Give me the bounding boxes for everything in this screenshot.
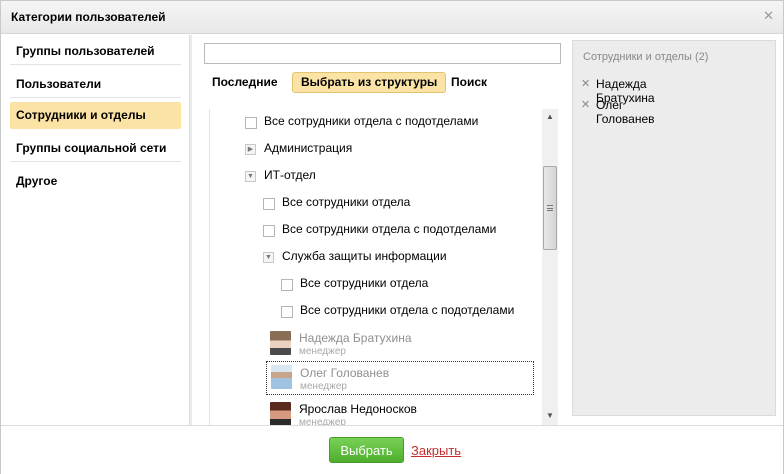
expand-arrow-icon[interactable]: ▶ bbox=[245, 144, 256, 155]
user-role: менеджер bbox=[299, 417, 346, 425]
checkbox[interactable] bbox=[263, 225, 275, 237]
tree-node-label: Все сотрудники отдела bbox=[282, 195, 411, 209]
category-employees-departments[interactable]: Сотрудники и отделы bbox=[10, 102, 181, 129]
select-button[interactable]: Выбрать bbox=[329, 437, 404, 463]
structure-tree: Все сотрудники отдела с подотделами ▶ Ад… bbox=[209, 109, 543, 425]
close-icon[interactable]: ✕ bbox=[763, 9, 774, 23]
user-name: Надежда Братухина bbox=[299, 331, 412, 345]
dialog-footer: Выбрать Закрыть bbox=[1, 425, 783, 474]
avatar bbox=[270, 331, 291, 355]
tree-user-nedonoskov[interactable]: Ярослав Недоносков менеджер bbox=[270, 401, 532, 425]
user-role: менеджер bbox=[299, 346, 346, 357]
tree-scrollbar[interactable]: ▲ ▼ bbox=[542, 109, 558, 425]
avatar bbox=[271, 365, 292, 389]
selected-item-name: Олег Голованев bbox=[596, 98, 655, 126]
category-social-groups[interactable]: Группы социальной сети bbox=[10, 135, 181, 162]
user-name: Олег Голованев bbox=[300, 366, 390, 380]
tree-node-administration[interactable]: ▶ Администрация bbox=[245, 141, 535, 161]
tree-node-label: Все сотрудники отдела с подотделами bbox=[300, 303, 515, 317]
tree-node-security[interactable]: ▼ Служба защиты информации bbox=[263, 249, 533, 269]
category-list: Группы пользователей Пользователи Сотруд… bbox=[10, 35, 190, 425]
scroll-up-arrow-icon[interactable]: ▲ bbox=[546, 112, 554, 121]
tree-node-label: Все сотрудники отдела с подотделами bbox=[282, 222, 497, 236]
tree-node-all-with-sub[interactable]: Все сотрудники отдела с подотделами bbox=[245, 114, 535, 134]
tree-node-label: Все сотрудники отдела с подотделами bbox=[264, 114, 479, 128]
avatar bbox=[270, 402, 291, 425]
checkbox[interactable] bbox=[245, 117, 257, 129]
collapse-arrow-icon[interactable]: ▼ bbox=[245, 171, 256, 182]
category-user-groups[interactable]: Группы пользователей bbox=[10, 38, 181, 65]
dialog-title: Категории пользователей bbox=[11, 10, 166, 24]
user-name: Ярослав Недоносков bbox=[299, 402, 417, 416]
tab-search[interactable]: Поиск bbox=[443, 72, 495, 93]
tree-node-label: Администрация bbox=[264, 141, 353, 155]
user-categories-dialog: Категории пользователей ✕ Группы пользов… bbox=[0, 0, 784, 474]
tree-node-label: Служба защиты информации bbox=[282, 249, 447, 263]
tree-user-bratukhina[interactable]: Надежда Братухина менеджер bbox=[270, 330, 532, 360]
close-link[interactable]: Закрыть bbox=[411, 443, 461, 458]
category-other[interactable]: Другое bbox=[10, 168, 181, 195]
selected-panel-title: Сотрудники и отделы (2) bbox=[583, 51, 709, 63]
remove-icon[interactable]: ✕ bbox=[581, 77, 590, 90]
checkbox[interactable] bbox=[263, 198, 275, 210]
tree-node-sec-all[interactable]: Все сотрудники отдела bbox=[281, 276, 536, 296]
dialog-titlebar: Категории пользователей ✕ bbox=[1, 1, 783, 34]
scroll-down-arrow-icon[interactable]: ▼ bbox=[546, 411, 554, 420]
search-input[interactable] bbox=[204, 43, 561, 64]
tree-node-it-dept[interactable]: ▼ ИТ-отдел bbox=[245, 168, 535, 188]
user-role: менеджер bbox=[300, 381, 347, 392]
panel-divider bbox=[190, 35, 192, 425]
tree-node-it-all-with-sub[interactable]: Все сотрудники отдела с подотделами bbox=[263, 222, 533, 242]
checkbox[interactable] bbox=[281, 279, 293, 291]
tree-user-golovanev[interactable]: Олег Голованев менеджер bbox=[266, 361, 534, 395]
category-users[interactable]: Пользователи bbox=[10, 71, 181, 98]
remove-icon[interactable]: ✕ bbox=[581, 98, 590, 111]
grip-icon bbox=[547, 205, 553, 211]
tree-node-sec-all-with-sub[interactable]: Все сотрудники отдела с подотделами bbox=[281, 303, 536, 323]
tab-recent[interactable]: Последние bbox=[204, 72, 286, 93]
scroll-thumb[interactable] bbox=[543, 166, 557, 250]
tree-node-it-all[interactable]: Все сотрудники отдела bbox=[263, 195, 533, 215]
selected-items-panel: Сотрудники и отделы (2) ✕ Надежда Братух… bbox=[572, 40, 776, 416]
collapse-arrow-icon[interactable]: ▼ bbox=[263, 252, 274, 263]
tab-structure[interactable]: Выбрать из структуры bbox=[292, 72, 447, 93]
tree-node-label: ИТ-отдел bbox=[264, 168, 316, 182]
tree-node-label: Все сотрудники отдела bbox=[300, 276, 429, 290]
checkbox[interactable] bbox=[281, 306, 293, 318]
